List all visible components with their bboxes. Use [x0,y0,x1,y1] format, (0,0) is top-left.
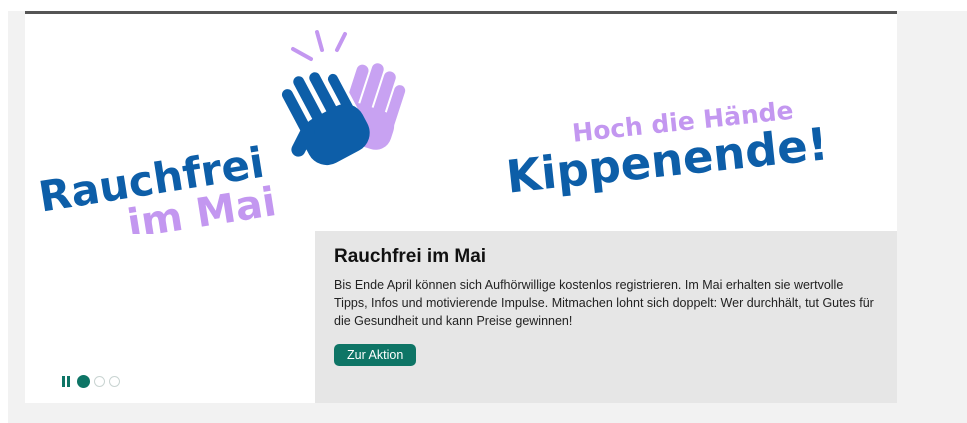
carousel-dot-1[interactable] [77,374,90,388]
campaign-banner-image: Rauchfrei im Mai Hoch die Hände Kippenen… [25,14,897,234]
carousel-controls [59,373,120,389]
slide-description: Bis Ende April können sich Aufhörwillige… [334,278,874,328]
pause-icon[interactable] [59,374,73,388]
pause-bar-left [62,375,65,387]
slide-caption-panel: Rauchfrei im Mai Bis Ende April können s… [315,231,897,403]
banner-graphic: Rauchfrei im Mai Hoch die Hände Kippenen… [35,30,831,234]
teaser-carousel: Rauchfrei im Mai Hoch die Hände Kippenen… [25,11,897,403]
carousel-dot-2[interactable] [94,375,105,387]
carousel-dot-3[interactable] [109,375,120,387]
zur-aktion-button[interactable]: Zur Aktion [334,344,417,366]
slide-title: Rauchfrei im Mai [334,246,487,267]
burst-lines-icon [291,30,347,61]
pause-bar-right [67,375,70,387]
